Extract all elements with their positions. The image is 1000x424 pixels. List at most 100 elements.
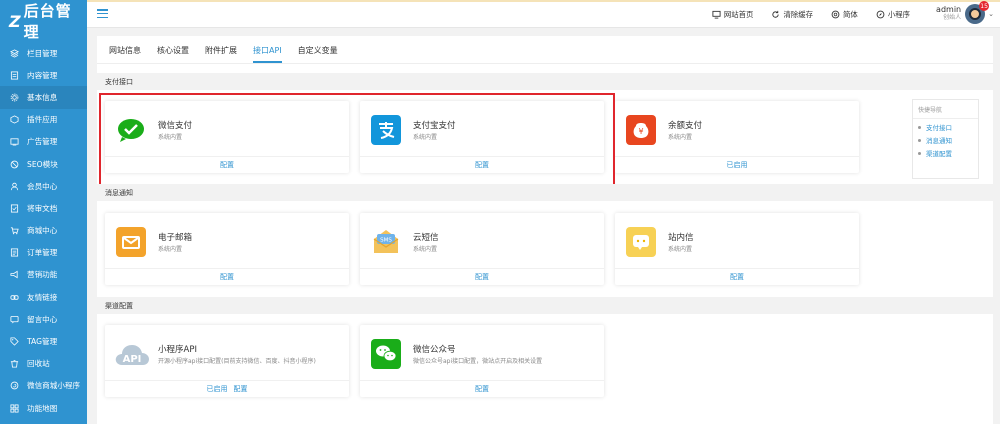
menu-toggle-icon[interactable] [97,9,108,18]
top-action-home[interactable]: 网站首页 [712,9,753,20]
ad-icon [10,137,19,146]
sidebar-item-0[interactable]: 栏目管理 [0,42,87,64]
wechat-pay-icon [116,115,146,145]
tab-api[interactable]: 接口API [253,45,282,63]
top-action-language[interactable]: 简体 [831,9,858,20]
grid-icon [10,404,19,413]
quick-nav-item-payment[interactable]: 支付接口 [913,119,978,132]
sidebar-item-label: 内容管理 [27,70,58,80]
sidebar-item-3[interactable]: 插件应用 [0,109,87,131]
sidebar-item-label: 插件应用 [27,115,58,125]
seo-icon [10,160,19,169]
sidebar-item-8[interactable]: 商城中心 [0,220,87,242]
sidebar-item-1[interactable]: 内容管理 [0,64,87,86]
sidebar-item-12[interactable]: 留言中心 [0,308,87,330]
card-station-msg: 站内信 系统内置 配置 [615,213,859,285]
sidebar-item-13[interactable]: TAG管理 [0,330,87,352]
avatar[interactable]: 15 [965,1,990,24]
card-wechat-pay: 微信支付 系统内置 配置 [105,101,349,173]
logo-mark: Z [9,11,22,31]
top-actions: 网站首页 清除缓存 简体 小程序 [694,0,910,28]
card-title: 云短信 [413,233,439,243]
sidebar-item-9[interactable]: 订单管理 [0,242,87,264]
sidebar-item-label: 友情链接 [27,292,58,302]
card-title: 支付宝支付 [413,121,456,131]
card-title: 微信公众号 [413,345,456,355]
logo[interactable]: Z 后台管理 [0,0,87,42]
sidebar-item-label: SEO模块 [27,159,58,169]
quick-nav-item-notify[interactable]: 消息通知 [913,132,978,145]
plugin-icon [10,115,19,124]
card-balance-pay: ¥ 余额支付 系统内置 已启用 [615,101,859,173]
sidebar-item-14[interactable]: 回收站 [0,353,87,375]
tag-icon [10,337,19,346]
tab-site-info[interactable]: 网站信息 [109,45,141,63]
document-icon [10,71,19,80]
tab-core-settings[interactable]: 核心设置 [157,45,189,63]
api-icon-text: API [123,354,142,365]
sidebar-item-5[interactable]: SEO模块 [0,153,87,175]
sidebar-item-label: 订单管理 [27,248,58,258]
section-notify: 消息通知 [97,184,993,201]
tab-bar: 网站信息 核心设置 附件扩展 接口API 自定义变量 [97,36,993,64]
sidebar-item-label: 商城中心 [27,226,58,236]
chevron-down-icon[interactable]: ⌄ [988,10,994,18]
configure-link[interactable]: 配置 [234,384,248,394]
configure-link[interactable]: 配置 [730,272,744,282]
sidebar-item-label: 留言中心 [27,314,58,324]
svg-text:¥: ¥ [638,127,643,136]
api-cloud-icon: API [114,339,150,369]
enabled-link[interactable]: 已启用 [207,384,228,394]
sidebar-item-4[interactable]: 广告管理 [0,131,87,153]
card-desc: 系统内置 [668,246,693,253]
quick-nav-item-channel[interactable]: 渠道配置 [913,145,978,158]
sidebar-item-label: TAG管理 [27,337,58,347]
sidebar-item-6[interactable]: 会员中心 [0,175,87,197]
sidebar: Z 后台管理 栏目管理内容管理基本信息插件应用广告管理 SEO模块会员中心 将审文档… [0,0,87,424]
configure-link[interactable]: 配置 [475,384,489,394]
top-action-clear-cache[interactable]: 清除缓存 [771,9,813,20]
layers-icon [10,49,19,58]
sidebar-item-10[interactable]: 营销功能 [0,264,87,286]
mail-icon [116,227,146,257]
sidebar-item-label: 微信商城小程序 [27,381,81,391]
sidebar-item-label: 栏目管理 [27,48,58,58]
configure-link[interactable]: 配置 [220,272,234,282]
tab-attachment[interactable]: 附件扩展 [205,45,237,63]
sidebar-item-16[interactable]: 功能地图 [0,397,87,419]
wechat-icon [371,339,401,369]
card-title: 小程序API [158,345,197,355]
quick-nav: 快捷导航 支付接口 消息通知 渠道配置 [912,99,979,179]
top-action-label: 清除缓存 [783,9,814,19]
user-menu[interactable]: admin 创始人 15 ⌄ [936,1,994,26]
card-desc: 系统内置 [413,246,438,253]
sidebar-item-11[interactable]: 友情链接 [0,286,87,308]
sidebar-item-15[interactable]: 微信商城小程序 [0,375,87,397]
card-title: 余额支付 [668,121,703,131]
order-icon [10,248,19,257]
sidebar-item-2[interactable]: 基本信息 [0,86,87,109]
card-desc: 系统内置 [158,246,183,253]
tab-custom-vars[interactable]: 自定义变量 [298,45,338,63]
miniprogram-icon [10,381,19,390]
sms-icon: SMS [371,227,401,257]
enabled-link[interactable]: 已启用 [727,160,748,170]
section-payment: 支付接口 [97,73,993,90]
configure-link[interactable]: 配置 [475,160,489,170]
user-icon [10,182,19,191]
sidebar-item-7[interactable]: 将审文档 [0,197,87,219]
compass-icon [876,10,885,18]
configure-link[interactable]: 配置 [220,160,234,170]
top-action-label: 简体 [843,9,858,19]
top-action-label: 小程序 [887,9,910,19]
message-icon [10,315,19,324]
card-alipay: 支付宝支付 系统内置 配置 [360,101,604,173]
top-action-miniprogram[interactable]: 小程序 [876,9,910,20]
card-desc: 系统内置 [413,134,438,141]
main-panel: 网站信息 核心设置 附件扩展 接口API 自定义变量 支付接口 微信支付 系统内… [97,36,993,424]
balance-pay-icon: ¥ [626,115,656,145]
globe-icon [831,10,840,18]
user-role: 创始人 [943,14,962,22]
card-sms: SMS 云短信 系统内置 配置 [360,213,604,285]
configure-link[interactable]: 配置 [475,272,489,282]
